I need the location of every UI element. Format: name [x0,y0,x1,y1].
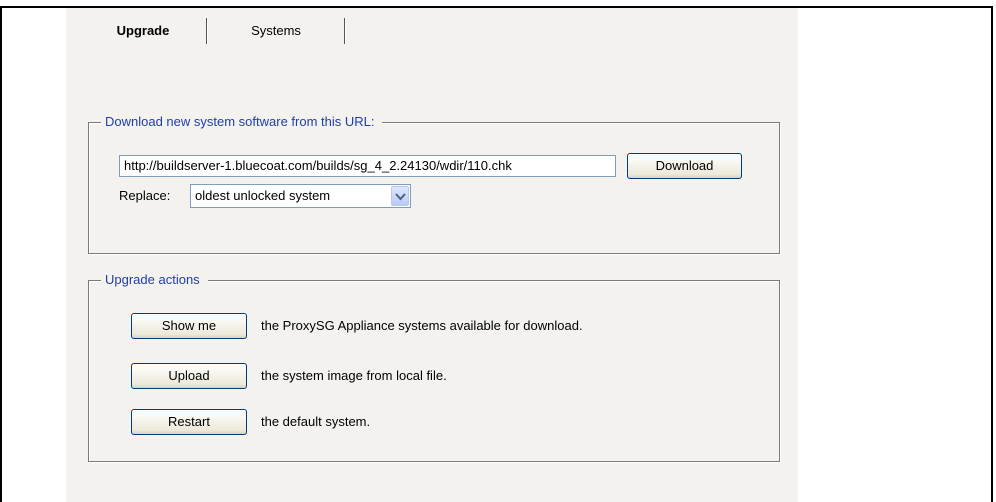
tab-separator [344,18,346,44]
url-input[interactable]: http://buildserver-1.bluecoat.com/builds… [119,155,616,177]
replace-label: Replace: [119,188,171,203]
restart-button[interactable]: Restart [131,409,247,435]
show-me-button[interactable]: Show me [131,313,247,339]
chevron-down-icon[interactable] [391,186,409,206]
upgrade-panel: Upgrade Systems Download new system soft… [66,8,798,502]
window-frame: Upgrade Systems Download new system soft… [0,6,993,502]
download-section-title: Download new system software from this U… [101,114,383,130]
show-me-description: the ProxySG Appliance systems available … [261,318,583,333]
replace-select[interactable]: oldest unlocked system [190,184,411,208]
upload-button[interactable]: Upload [131,363,247,389]
restart-description: the default system. [261,414,371,429]
download-button[interactable]: Download [627,153,742,179]
upgrade-actions-title: Upgrade actions [101,272,208,288]
upload-description: the system image from local file. [261,368,447,383]
upgrade-actions-groupbox: Upgrade actions Show me the ProxySG Appl… [88,272,780,462]
replace-selected-value: oldest unlocked system [195,188,331,203]
tab-upgrade[interactable]: Upgrade [80,18,206,44]
tab-systems[interactable]: Systems [208,18,344,44]
download-groupbox: Download new system software from this U… [88,114,780,254]
